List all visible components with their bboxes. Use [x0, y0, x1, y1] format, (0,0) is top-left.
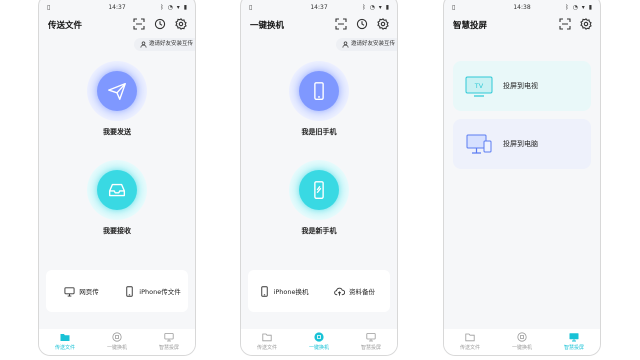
screen-cast-icon	[366, 333, 376, 342]
status-bar: ▯ 14:37 ᛒ ◔ ▾ ▮	[39, 3, 195, 15]
header: 传送文件	[39, 17, 195, 33]
tab-transfer-files[interactable]: 传送文件	[39, 329, 91, 355]
tab-label: 智慧投屏	[360, 345, 381, 351]
send-button[interactable]: 我要发送	[39, 61, 195, 137]
bottom-tab-bar: 传送文件 一键换机 智慧投屏	[241, 329, 397, 355]
clone-icon	[517, 332, 527, 342]
inbox-tray-icon	[108, 183, 126, 197]
tool-panel: iPhone换机 资料备份	[248, 270, 390, 312]
bottom-tab-bar: 传送文件 一键换机 智慧投屏	[444, 329, 600, 355]
invite-label: 邀请好友安装互传	[350, 41, 395, 47]
screen-phone-clone: ▯ 14:37 ᛒ ◔ ▾ ▮ 一键换机 邀请好友安装互传 我是旧手机 我是新手…	[240, 0, 398, 356]
status-icons: ᛒ ◔ ▾ ▮	[160, 4, 188, 11]
page-title: 一键换机	[250, 21, 285, 31]
iphone-clone-label: iPhone换机	[273, 288, 309, 296]
old-phone-icon	[314, 82, 324, 100]
paper-plane-icon	[108, 82, 126, 100]
phone-icon	[126, 285, 133, 297]
tv-icon: TV	[465, 76, 493, 97]
invite-friends-button[interactable]: 邀请好友安装互传	[335, 38, 397, 51]
iphone-transfer-button[interactable]: iPhone传文件	[117, 285, 188, 297]
scan-icon[interactable]	[133, 18, 145, 30]
tab-label: 一键换机	[511, 345, 532, 351]
new-phone-icon	[314, 181, 324, 199]
clone-icon	[314, 332, 324, 342]
invite-label: 邀请好友安装互传	[148, 41, 193, 47]
cast-to-computer-card[interactable]: 投屏到电脑	[453, 119, 591, 169]
web-transfer-label: 网页传	[79, 288, 99, 296]
tab-label: 智慧投屏	[563, 345, 584, 351]
phone-icon	[260, 285, 268, 297]
tab-screen-cast[interactable]: 智慧投屏	[143, 329, 195, 355]
new-phone-label: 我是新手机	[301, 227, 337, 235]
tv-screen-text: TV	[474, 82, 484, 90]
send-label: 我要发送	[103, 128, 131, 136]
bottom-tab-bar: 传送文件 一键换机 智慧投屏	[39, 329, 195, 355]
header: 一键换机	[241, 17, 397, 33]
tool-panel: 网页传 iPhone传文件	[46, 270, 188, 312]
tab-phone-clone[interactable]: 一键换机	[496, 329, 548, 355]
gear-icon[interactable]	[580, 18, 592, 30]
tab-label: 传送文件	[54, 345, 75, 351]
old-phone-label: 我是旧手机	[301, 128, 337, 136]
web-transfer-button[interactable]: 网页传	[46, 286, 117, 297]
invite-friends-button[interactable]: 邀请好友安装互传	[133, 38, 195, 51]
computer-icon	[466, 134, 492, 154]
tab-transfer-files[interactable]: 传送文件	[444, 329, 496, 355]
scan-icon[interactable]	[335, 18, 347, 30]
data-backup-button[interactable]: 资料备份	[319, 286, 390, 297]
receive-button[interactable]: 我要接收	[39, 160, 195, 236]
cast-to-tv-label: 投屏到电视	[503, 82, 538, 90]
data-backup-label: 资料备份	[349, 288, 375, 296]
folder-icon	[465, 333, 475, 342]
tab-screen-cast[interactable]: 智慧投屏	[548, 329, 600, 355]
tab-phone-clone[interactable]: 一键换机	[91, 329, 143, 355]
page-title: 传送文件	[48, 21, 83, 31]
user-icon	[140, 41, 147, 48]
page-title: 智慧投屏	[453, 21, 488, 31]
tab-label: 一键换机	[106, 345, 127, 351]
monitor-icon	[64, 286, 75, 297]
cloud-upload-icon	[334, 287, 345, 296]
user-icon	[342, 41, 349, 48]
tab-label: 传送文件	[459, 345, 480, 351]
screen-cast-icon	[569, 333, 579, 342]
screen-transfer-files: ▯ 14:37 ᛒ ◔ ▾ ▮ 传送文件 邀请好友安装互传 我要发送 我要接收 …	[38, 0, 196, 356]
new-phone-button[interactable]: 我是新手机	[241, 160, 397, 236]
tab-label: 一键换机	[308, 345, 329, 351]
tab-transfer-files[interactable]: 传送文件	[241, 329, 293, 355]
clone-icon	[112, 332, 122, 342]
tab-screen-cast[interactable]: 智慧投屏	[345, 329, 397, 355]
history-icon[interactable]	[356, 18, 368, 30]
status-bar: ▯ 14:38 ᛒ ◔ ▾ ▮	[444, 3, 600, 15]
tab-label: 智慧投屏	[158, 345, 179, 351]
status-icons: ᛒ ◔ ▾ ▮	[362, 4, 390, 11]
folder-icon	[262, 333, 272, 342]
cast-to-computer-label: 投屏到电脑	[503, 140, 538, 148]
iphone-transfer-label: iPhone传文件	[139, 288, 181, 296]
status-icons: ᛒ ◔ ▾ ▮	[565, 4, 593, 11]
iphone-clone-button[interactable]: iPhone换机	[248, 285, 319, 297]
tab-phone-clone[interactable]: 一键换机	[293, 329, 345, 355]
header: 智慧投屏	[444, 17, 600, 33]
scan-icon[interactable]	[559, 18, 571, 30]
folder-icon	[60, 334, 70, 341]
old-phone-button[interactable]: 我是旧手机	[241, 61, 397, 137]
tab-label: 传送文件	[256, 345, 277, 351]
screen-smart-cast: ▯ 14:38 ᛒ ◔ ▾ ▮ 智慧投屏 TV 投屏到电视 投屏到电脑 传送文件…	[443, 0, 601, 356]
status-bar: ▯ 14:37 ᛒ ◔ ▾ ▮	[241, 3, 397, 15]
receive-label: 我要接收	[103, 227, 131, 235]
history-icon[interactable]	[154, 18, 166, 30]
gear-icon[interactable]	[175, 18, 187, 30]
cast-to-tv-card[interactable]: TV 投屏到电视	[453, 61, 591, 111]
screen-cast-icon	[164, 333, 174, 342]
gear-icon[interactable]	[377, 18, 389, 30]
